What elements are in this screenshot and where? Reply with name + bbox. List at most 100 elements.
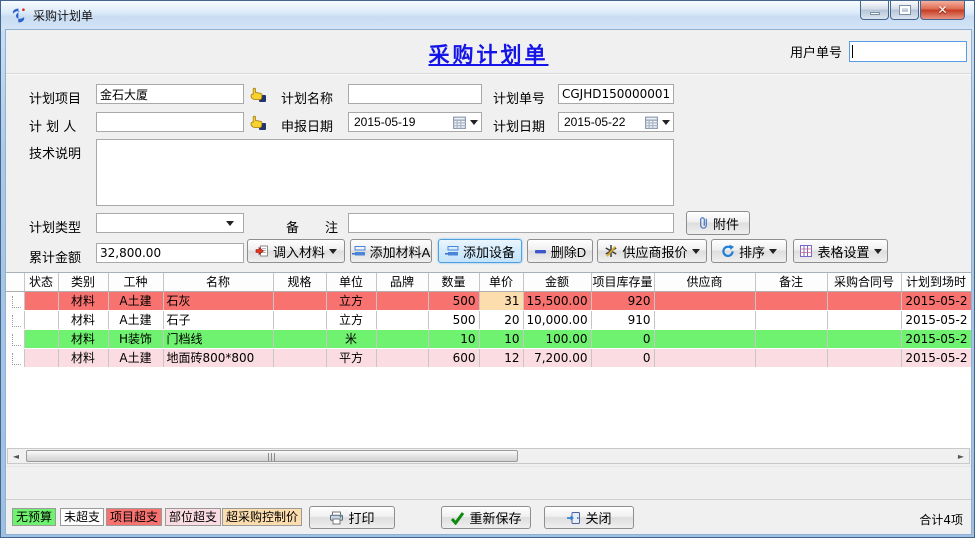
add-material-button[interactable]: 添加材料A: [350, 239, 432, 263]
items-table: 状态 类别 工种 名称 规格 单位 品牌 数量 单价 金额 项目库存量 供应商 …: [6, 273, 971, 368]
grid-header-row: 状态 类别 工种 名称 规格 单位 品牌 数量 单价 金额 项目库存量 供应商 …: [6, 273, 971, 291]
minus-icon: [534, 245, 547, 258]
grid-settings-button[interactable]: 表格设置: [793, 239, 888, 263]
col-supplier[interactable]: 供应商: [654, 273, 755, 291]
resave-button[interactable]: 重新保存: [441, 506, 531, 529]
user-order-field: 用户单号: [790, 41, 967, 62]
row-indicator[interactable]: [6, 291, 24, 310]
calendar-icon[interactable]: [452, 115, 467, 130]
table-row[interactable]: 材料 A土建 地面砖800*800 平方 600 12 7,200.00 0 2…: [6, 348, 971, 367]
plan-date-input[interactable]: [562, 115, 644, 129]
plan-type-select[interactable]: [96, 213, 244, 233]
legend-part-over: 部位超支: [165, 508, 221, 526]
total-amount-value: [96, 243, 244, 263]
col-trade[interactable]: 工种: [108, 273, 163, 291]
remark-input[interactable]: [348, 213, 674, 233]
close-button[interactable]: ✕: [920, 1, 965, 20]
col-contract-no[interactable]: 采购合同号: [827, 273, 901, 291]
minimize-button[interactable]: [860, 1, 889, 20]
col-qty[interactable]: 数量: [428, 273, 479, 291]
over-control-price-cell[interactable]: 31: [479, 291, 523, 310]
maximize-button[interactable]: [890, 1, 919, 20]
chevron-down-icon[interactable]: [329, 249, 337, 254]
planner-lookup-icon[interactable]: [249, 114, 268, 131]
calendar-icon[interactable]: [644, 115, 659, 130]
print-button[interactable]: 打印: [309, 506, 395, 529]
legend-over-control-price: 超采购控制价: [222, 508, 302, 526]
close-icon: ✕: [937, 3, 947, 17]
items-grid: 状态 类别 工种 名称 规格 单位 品牌 数量 单价 金额 项目库存量 供应商 …: [6, 272, 971, 448]
tech-desc-label: 技术说明: [29, 143, 81, 162]
col-spec[interactable]: 规格: [273, 273, 326, 291]
chevron-down-icon[interactable]: [874, 249, 882, 254]
row-indicator[interactable]: [6, 329, 24, 348]
minimize-icon: [870, 12, 880, 15]
maximize-icon: [900, 6, 910, 14]
plan-date-label: 计划日期: [493, 116, 545, 135]
scrollbar-track[interactable]: [24, 449, 953, 463]
supplier-quote-button[interactable]: 供应商报价: [597, 239, 707, 263]
attachment-button[interactable]: 附件: [686, 211, 750, 235]
footer-bar: 无预算 未超支 项目超支 部位超支 超采购控制价 打印 重新保存: [6, 499, 971, 534]
row-indicator[interactable]: [6, 310, 24, 329]
col-price[interactable]: 单价: [479, 273, 523, 291]
legend-not-over: 未超支: [60, 508, 104, 526]
chevron-down-icon[interactable]: [692, 249, 700, 254]
tree-node-icon: [12, 334, 21, 346]
col-remark[interactable]: 备注: [755, 273, 827, 291]
declare-date-label: 申报日期: [281, 116, 333, 135]
col-arrival[interactable]: 计划到场时: [901, 273, 971, 291]
chevron-down-icon: [226, 221, 234, 226]
add-equipment-button[interactable]: 添加设备: [438, 239, 522, 263]
col-unit[interactable]: 单位: [326, 273, 376, 291]
user-order-label: 用户单号: [790, 42, 842, 61]
plan-project-lookup-icon[interactable]: [249, 86, 268, 103]
col-amount[interactable]: 金额: [523, 273, 591, 291]
table-row[interactable]: 材料 H装饰 门档线 米 10 10 100.00 0 2015-05-2: [6, 329, 971, 348]
scrollbar-thumb[interactable]: [26, 450, 518, 462]
plan-type-label: 计划类型: [29, 217, 81, 236]
row-indicator[interactable]: [6, 348, 24, 367]
scroll-left-button[interactable]: ◄: [8, 449, 24, 463]
import-material-icon: [255, 244, 269, 258]
table-settings-icon: [799, 244, 813, 258]
plan-name-input[interactable]: [348, 84, 482, 104]
table-row[interactable]: 材料 A土建 石子 立方 500 20 10,000.00 910 2015-0…: [6, 310, 971, 329]
chevron-down-icon[interactable]: [769, 249, 777, 254]
tree-node-icon: [12, 353, 21, 365]
chevron-down-icon[interactable]: [470, 120, 478, 125]
sort-button[interactable]: 排序: [711, 239, 787, 263]
scroll-right-button[interactable]: ►: [953, 449, 969, 463]
col-category[interactable]: 类别: [58, 273, 108, 291]
supplier-quote-icon: [604, 244, 618, 258]
tech-desc-textarea[interactable]: [96, 139, 674, 206]
import-material-button[interactable]: 调入材料: [247, 239, 345, 263]
planner-input[interactable]: [96, 112, 244, 132]
planner-label: 计 划 人: [29, 116, 76, 135]
divider: [6, 466, 971, 467]
user-order-input[interactable]: [849, 41, 967, 62]
horizontal-scrollbar[interactable]: ◄ ►: [7, 448, 970, 464]
close-form-button[interactable]: 关闭: [544, 506, 634, 529]
col-brand[interactable]: 品牌: [376, 273, 428, 291]
col-name[interactable]: 名称: [163, 273, 273, 291]
add-row-icon: [445, 244, 459, 258]
delete-button[interactable]: 删除D: [527, 239, 593, 263]
total-items-count: 合计4项: [919, 511, 963, 528]
plan-project-input[interactable]: [96, 84, 244, 104]
plan-no-input[interactable]: [558, 84, 674, 104]
total-amount-label: 累计金额: [29, 247, 81, 266]
table-row[interactable]: 材料 A土建 石灰 立方 500 31 15,500.00 920 2015-0…: [6, 291, 971, 310]
app-icon[interactable]: [10, 7, 27, 24]
tree-node-icon: [12, 296, 21, 308]
chevron-down-icon[interactable]: [662, 120, 670, 125]
legend-no-budget: 无预算: [12, 508, 56, 526]
col-stock[interactable]: 项目库存量: [591, 273, 654, 291]
window-title: 采购计划单: [33, 7, 93, 24]
declare-date-picker[interactable]: [348, 112, 482, 132]
plan-date-picker[interactable]: [558, 112, 674, 132]
declare-date-input[interactable]: [352, 115, 452, 129]
col-status[interactable]: 状态: [24, 273, 58, 291]
checkmark-icon: [450, 511, 465, 525]
remark-label: 备 注: [286, 217, 338, 236]
